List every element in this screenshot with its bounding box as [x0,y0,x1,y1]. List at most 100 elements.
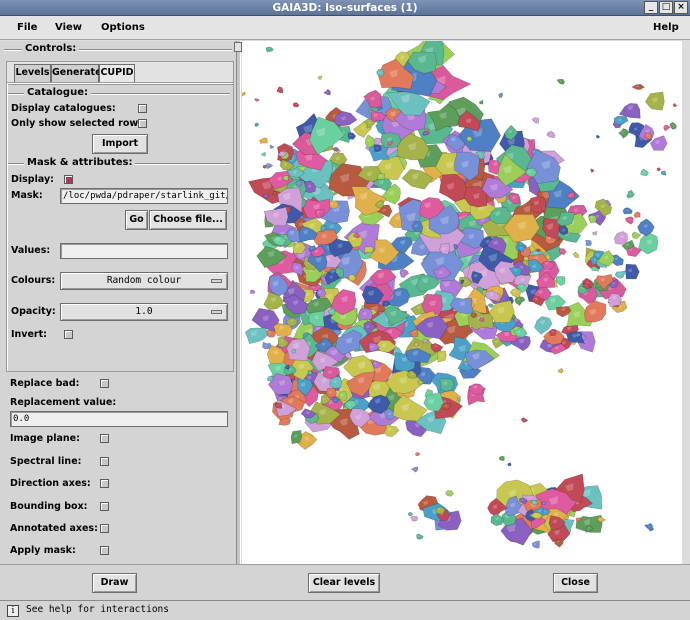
only-selected-rows-checkbox[interactable] [138,119,147,128]
iso-surface-blob [663,124,671,132]
window-title: GAIA3D: Iso-surfaces (1) [272,2,418,14]
colours-select-value: Random colour [106,275,182,286]
window-controls: _ □ × [644,1,688,14]
info-icon: i [7,605,19,617]
bounding-box-checkbox[interactable] [100,502,109,511]
import-button[interactable]: Import [92,134,148,154]
iso-surface-blob [557,368,564,374]
opacity-label: Opacity: [11,306,56,317]
render-canvas[interactable] [242,41,682,564]
iso-surface-blob [625,263,640,280]
iso-surface-blob [295,180,303,187]
spectral-line-checkbox[interactable] [100,457,109,466]
apply-mask-label: Apply mask: [10,545,76,556]
tab-levels[interactable]: Levels [14,64,51,82]
iso-surface-blob [514,296,526,307]
image-plane-label: Image plane: [10,433,80,444]
display-catalogues-checkbox[interactable] [138,104,147,113]
iso-surface-blob [399,269,410,278]
opacity-select[interactable]: 1.0 [60,303,228,321]
tab-cupid[interactable]: CUPID [99,64,135,82]
iso-surface-blob [556,78,566,85]
tab-generate[interactable]: Generate [51,64,102,82]
bounding-box-label: Bounding box: [10,501,88,512]
iso-surface-blob [262,341,272,350]
iso-surface-blob [364,246,374,253]
panel-divider[interactable] [236,41,241,564]
colours-select[interactable]: Random colour [60,272,228,290]
invert-checkbox[interactable] [64,330,73,339]
mask-file-input[interactable]: /loc/pwda/pdraper/starlink_git/ [60,188,228,204]
menu-options[interactable]: Options [101,22,145,33]
bottom-button-bar: Draw Clear levels Close [0,564,690,600]
controls-title: Controls: [22,43,80,54]
annotated-axes-label: Annotated axes: [10,523,98,534]
iso-surface-blob [383,423,400,438]
iso-surface-blob [589,168,595,174]
iso-surface-blob [407,511,414,517]
catalogue-title: Catalogue: [24,87,91,98]
status-text: See help for interactions [26,604,169,615]
iso-surface-blob [254,122,260,128]
iso-surface-blob [585,239,592,247]
iso-surface-blob [265,162,274,170]
iso-surface-blob [618,128,629,139]
replace-bad-checkbox[interactable] [100,379,109,388]
replacement-value-label: Replacement value: [10,397,117,408]
iso-surface-blob [333,191,338,196]
display-catalogues-label: Display catalogues: [11,103,116,114]
go-button[interactable]: Go [125,210,148,230]
iso-surface-blob [317,75,323,80]
iso-surface-blob [437,350,447,363]
iso-surface-blob [631,231,642,240]
iso-surface-blob [242,91,246,97]
iso-surface-render[interactable] [242,41,682,564]
values-input[interactable] [60,243,228,259]
iso-surface-blob [269,145,275,149]
iso-surface-blob [249,289,256,294]
iso-surface-blob [414,452,421,457]
iso-surface-blob [660,170,667,176]
iso-surface-blob [265,46,274,53]
minimize-icon[interactable]: _ [644,1,658,14]
replacement-value-input[interactable]: 0.0 [10,411,228,427]
menu-file[interactable]: File [17,22,37,33]
iso-surface-blob [558,248,567,256]
iso-surface-blob [347,132,357,140]
choose-file-button[interactable]: Choose file... [149,210,227,230]
mask-display-checkbox[interactable] [64,175,73,184]
invert-label: Invert: [11,329,47,340]
status-bar: i See help for interactions [0,600,690,620]
iso-surface-blob [409,515,419,522]
annotated-axes-checkbox[interactable] [100,524,109,533]
mask-display-label: Display: [11,174,54,185]
direction-axes-label: Direction axes: [10,478,91,489]
only-selected-rows-label: Only show selected rows: [11,118,148,129]
sash-grip-icon[interactable] [234,42,242,52]
dropdown-indicator-icon [211,279,222,283]
iso-surface-blob [530,196,547,214]
iso-surface-blob [507,462,512,467]
close-button[interactable]: Close [553,573,598,593]
opacity-select-value: 1.0 [135,306,153,317]
menu-view[interactable]: View [55,22,82,33]
iso-surface-blob [595,134,601,139]
iso-surface-blob [548,329,557,337]
iso-surface-blob [672,103,678,108]
mask-attributes-title: Mask & attributes: [24,157,136,168]
clear-levels-button[interactable]: Clear levels [308,573,380,593]
maximize-icon[interactable]: □ [659,1,673,14]
dropdown-indicator-icon [211,310,222,314]
close-window-icon[interactable]: × [674,1,688,14]
window-titlebar: GAIA3D: Iso-surfaces (1) _ □ × [0,0,690,16]
iso-surface-blob [272,322,293,338]
menu-help[interactable]: Help [653,22,679,33]
draw-button[interactable]: Draw [92,573,137,593]
values-label: Values: [11,245,51,256]
direction-axes-checkbox[interactable] [100,479,109,488]
image-plane-checkbox[interactable] [100,434,109,443]
colours-label: Colours: [11,275,56,286]
mask-label: Mask: [11,190,43,201]
apply-mask-checkbox[interactable] [100,546,109,555]
spectral-line-label: Spectral line: [10,456,82,467]
